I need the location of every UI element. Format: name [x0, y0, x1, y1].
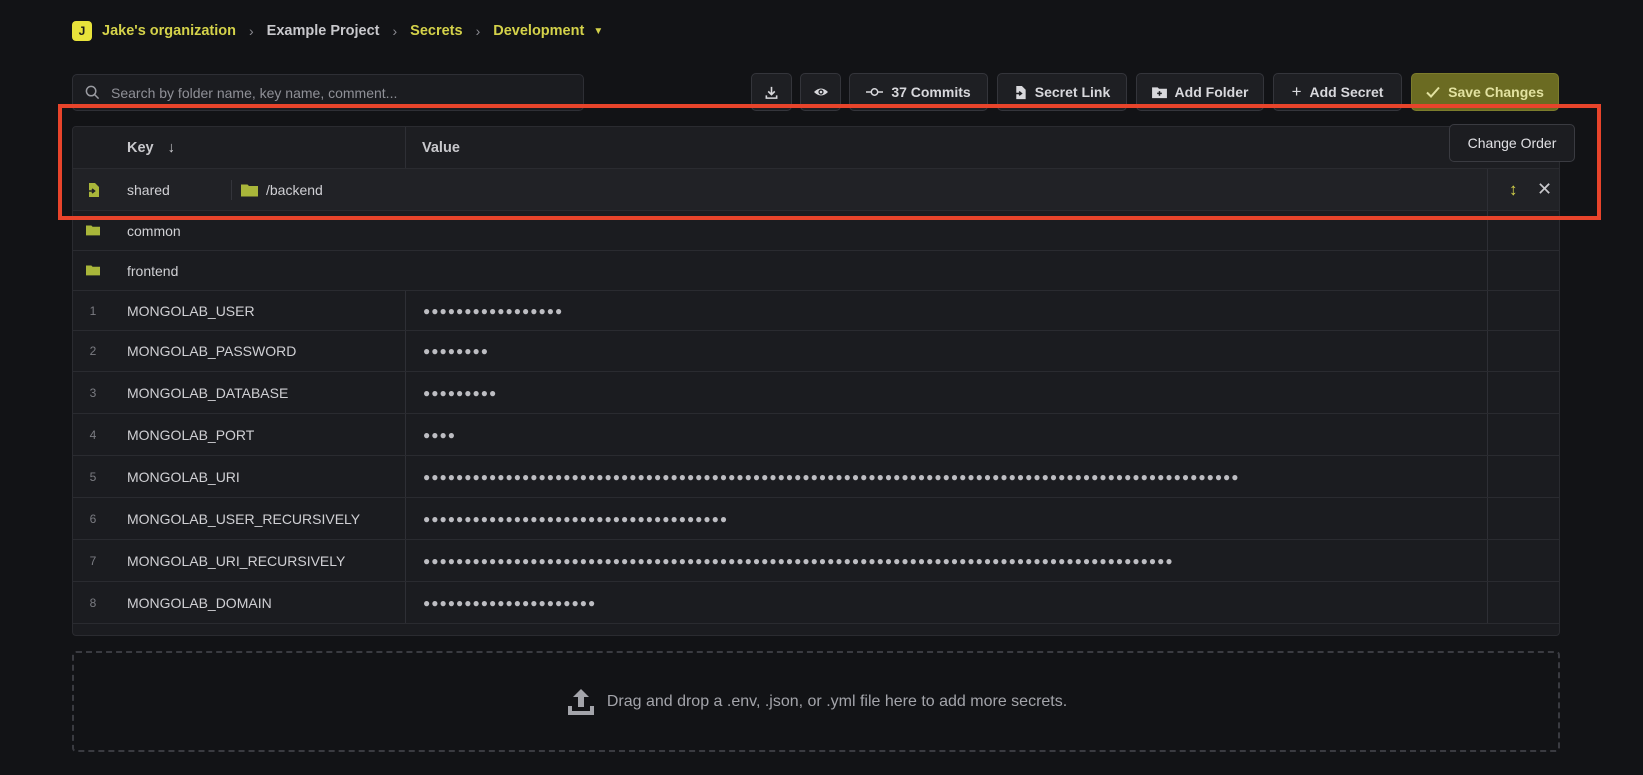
- table-row[interactable]: 3 MONGOLAB_DATABASE ●●●●●●●●●: [73, 372, 1559, 414]
- row-number: 7: [89, 553, 97, 568]
- secret-key[interactable]: MONGOLAB_PASSWORD: [127, 343, 296, 359]
- download-button[interactable]: [751, 73, 792, 111]
- folder-plus-icon: [1151, 86, 1167, 98]
- upload-icon: [567, 688, 594, 715]
- table-row[interactable]: 6 MONGOLAB_USER_RECURSIVELY ●●●●●●●●●●●●…: [73, 498, 1559, 540]
- chevron-right-icon: ›: [249, 23, 254, 39]
- folder-icon: [241, 184, 258, 197]
- table-row[interactable]: 5 MONGOLAB_URI ●●●●●●●●●●●●●●●●●●●●●●●●●…: [73, 456, 1559, 498]
- close-icon[interactable]: ✕: [1537, 179, 1552, 200]
- secret-value[interactable]: ●●●●●●●●: [423, 344, 489, 358]
- key-column-header[interactable]: Key ↓: [127, 140, 175, 156]
- commits-label: 37 Commits: [891, 84, 971, 100]
- secret-key[interactable]: MONGOLAB_DATABASE: [127, 385, 288, 401]
- add-secret-button[interactable]: + Add Secret: [1273, 73, 1402, 111]
- table-row[interactable]: 4 MONGOLAB_PORT ●●●●: [73, 414, 1559, 456]
- folder-icon: [86, 225, 100, 236]
- chevron-right-icon: ›: [475, 23, 481, 39]
- import-environment: shared: [127, 181, 170, 198]
- download-icon: [765, 86, 778, 99]
- breadcrumb-organization[interactable]: Jake's organization: [102, 23, 236, 39]
- file-import-icon: [86, 183, 99, 197]
- row-number: 1: [89, 303, 97, 318]
- toggle-visibility-button[interactable]: [800, 73, 841, 111]
- save-changes-button[interactable]: Save Changes: [1411, 73, 1559, 111]
- row-number: 5: [89, 469, 97, 484]
- file-export-icon: [1014, 85, 1026, 99]
- secret-value[interactable]: ●●●●●●●●●●●●●●●●●●●●●: [423, 596, 596, 610]
- table-row[interactable]: 1 MONGOLAB_USER ●●●●●●●●●●●●●●●●●: [73, 291, 1559, 331]
- commits-button[interactable]: 37 Commits: [849, 73, 988, 111]
- secret-value[interactable]: ●●●●●●●●●●●●●●●●●●●●●●●●●●●●●●●●●●●●●: [423, 512, 728, 526]
- row-number: 4: [89, 427, 97, 442]
- caret-down-icon[interactable]: ▼: [593, 26, 603, 37]
- secret-link-label: Secret Link: [1034, 84, 1111, 100]
- import-row[interactable]: shared /backend ↕ ✕: [73, 169, 1559, 211]
- row-number: 6: [89, 511, 97, 526]
- secrets-table: Key ↓ Value shared /backend ↕ ✕ common f: [72, 126, 1560, 636]
- secret-key[interactable]: MONGOLAB_URI: [127, 469, 240, 485]
- secret-value[interactable]: ●●●●●●●●●: [423, 386, 497, 400]
- change-order-icon[interactable]: ↕: [1509, 180, 1518, 200]
- secret-value[interactable]: ●●●●●●●●●●●●●●●●●●●●●●●●●●●●●●●●●●●●●●●●…: [423, 470, 1240, 484]
- value-column-header: Value: [422, 139, 460, 156]
- plus-icon: +: [1291, 82, 1302, 101]
- arrow-down-icon[interactable]: ↓: [168, 140, 175, 156]
- table-row[interactable]: 7 MONGOLAB_URI_RECURSIVELY ●●●●●●●●●●●●●…: [73, 540, 1559, 582]
- secret-value[interactable]: ●●●●●●●●●●●●●●●●●●●●●●●●●●●●●●●●●●●●●●●●…: [423, 554, 1174, 568]
- folder-name: common: [127, 222, 181, 239]
- breadcrumb-project[interactable]: Example Project: [267, 23, 380, 39]
- row-number: 2: [89, 344, 97, 358]
- table-header: Key ↓ Value: [73, 127, 1559, 169]
- commit-icon: [866, 88, 884, 96]
- breadcrumb-secrets[interactable]: Secrets: [410, 23, 462, 39]
- org-avatar[interactable]: J: [72, 21, 92, 41]
- add-folder-label: Add Folder: [1174, 84, 1249, 100]
- secret-value[interactable]: ●●●●●●●●●●●●●●●●●: [423, 304, 563, 318]
- folder-name: frontend: [127, 262, 179, 279]
- search-input[interactable]: [111, 84, 571, 101]
- check-icon: [1426, 86, 1440, 98]
- save-changes-label: Save Changes: [1448, 84, 1544, 100]
- secret-link-button[interactable]: Secret Link: [997, 73, 1127, 111]
- import-path: /backend: [266, 181, 323, 198]
- secret-value[interactable]: ●●●●: [423, 428, 456, 442]
- breadcrumb: J Jake's organization › Example Project …: [72, 20, 603, 42]
- add-folder-button[interactable]: Add Folder: [1136, 73, 1264, 111]
- file-drop-zone[interactable]: Drag and drop a .env, .json, or .yml fil…: [72, 651, 1560, 752]
- search-bar[interactable]: [72, 74, 584, 111]
- search-icon: [85, 85, 100, 100]
- add-secret-label: Add Secret: [1309, 84, 1384, 100]
- dropzone-text: Drag and drop a .env, .json, or .yml fil…: [606, 692, 1068, 710]
- row-number: 8: [89, 595, 97, 610]
- environment-selector[interactable]: Development: [493, 23, 584, 39]
- folder-row[interactable]: frontend: [73, 251, 1559, 291]
- table-row[interactable]: 8 MONGOLAB_DOMAIN ●●●●●●●●●●●●●●●●●●●●●: [73, 582, 1559, 624]
- secret-key[interactable]: MONGOLAB_PORT: [127, 427, 254, 443]
- chevron-right-icon: ›: [392, 23, 398, 39]
- table-row[interactable]: 2 MONGOLAB_PASSWORD ●●●●●●●●: [73, 331, 1559, 372]
- secret-key[interactable]: MONGOLAB_USER_RECURSIVELY: [127, 511, 360, 527]
- folder-icon: [86, 265, 100, 276]
- folder-row[interactable]: common: [73, 211, 1559, 251]
- secret-key[interactable]: MONGOLAB_DOMAIN: [127, 595, 272, 611]
- row-number: 3: [89, 385, 97, 400]
- secret-key[interactable]: MONGOLAB_URI_RECURSIVELY: [127, 553, 345, 569]
- eye-icon: [813, 88, 828, 96]
- change-order-tooltip: Change Order: [1449, 124, 1575, 162]
- secret-key[interactable]: MONGOLAB_USER: [127, 303, 255, 319]
